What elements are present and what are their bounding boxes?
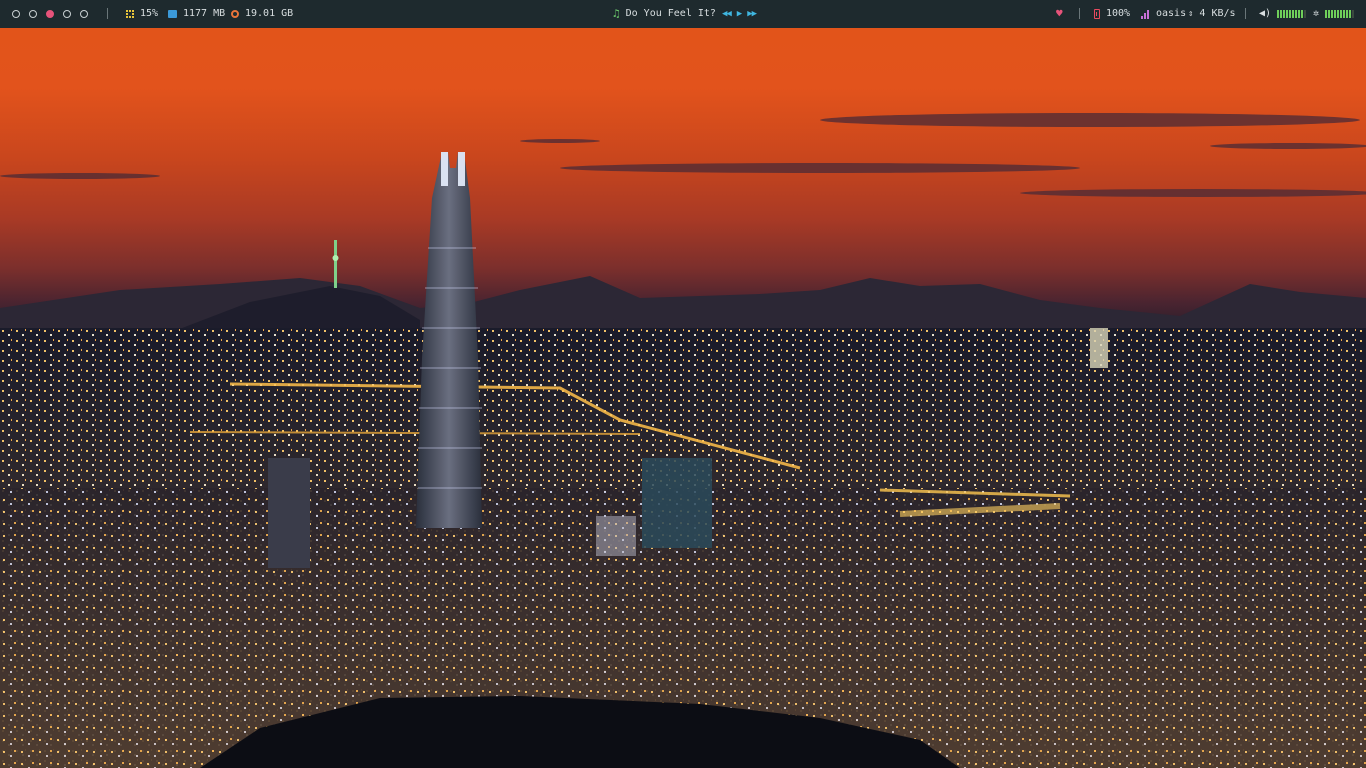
heart-module: ♥	[1056, 7, 1063, 21]
cpu-icon	[126, 10, 134, 18]
divider	[1079, 8, 1080, 19]
brightness-module[interactable]: ✲	[1313, 7, 1355, 21]
workspace-3[interactable]	[46, 10, 54, 18]
battery-icon	[1094, 9, 1100, 19]
play-icon[interactable]: ▶	[737, 7, 743, 21]
volume-module[interactable]: ◀)	[1259, 7, 1307, 21]
volume-icon: ◀)	[1259, 8, 1272, 19]
city-skyline-wallpaper	[0, 113, 1366, 768]
workspace-5[interactable]	[80, 10, 88, 18]
network-speed: 4 KB/s	[1199, 8, 1236, 19]
wifi-icon	[1141, 9, 1150, 19]
cpu-module: 15%	[126, 7, 158, 21]
memory-module: 1177 MB	[168, 7, 225, 21]
network-module[interactable]: oasis	[1141, 7, 1186, 21]
disk-usage: 19.01 GB	[245, 8, 294, 19]
music-note-icon: ♫	[613, 7, 620, 20]
previous-icon[interactable]: ◀◀	[722, 7, 732, 21]
top-bar: 15% 1177 MB 19.01 GB ♫ Do You Feel It? ◀…	[0, 0, 1366, 28]
memory-icon	[168, 10, 177, 18]
disk-module: 19.01 GB	[231, 7, 293, 21]
workspace-2[interactable]	[29, 10, 37, 18]
brightness-icon: ✲	[1313, 8, 1320, 19]
next-icon[interactable]: ▶▶	[747, 7, 757, 21]
workspace-switcher	[12, 10, 88, 18]
heart-icon[interactable]: ♥	[1056, 7, 1063, 21]
divider	[107, 8, 108, 19]
workspace-1[interactable]	[12, 10, 20, 18]
cpu-usage: 15%	[140, 8, 159, 19]
memory-usage: 1177 MB	[183, 8, 226, 19]
battery-module: 100%	[1094, 7, 1130, 21]
brightness-meter[interactable]	[1325, 10, 1355, 18]
volume-meter[interactable]	[1277, 10, 1307, 18]
disk-icon	[231, 10, 239, 18]
battery-level: 100%	[1106, 8, 1131, 19]
network-name: oasis	[1156, 8, 1187, 19]
speed-module: ⇕ 4 KB/s	[1188, 7, 1236, 21]
workspace-4[interactable]	[63, 10, 71, 18]
updown-arrows-icon: ⇕	[1188, 9, 1194, 19]
song-title: Do You Feel It?	[625, 8, 716, 19]
music-module: ♫ Do You Feel It? ◀◀ ▶ ▶▶	[613, 7, 757, 21]
desktop-wallpaper	[0, 28, 1366, 768]
divider	[1245, 8, 1246, 19]
